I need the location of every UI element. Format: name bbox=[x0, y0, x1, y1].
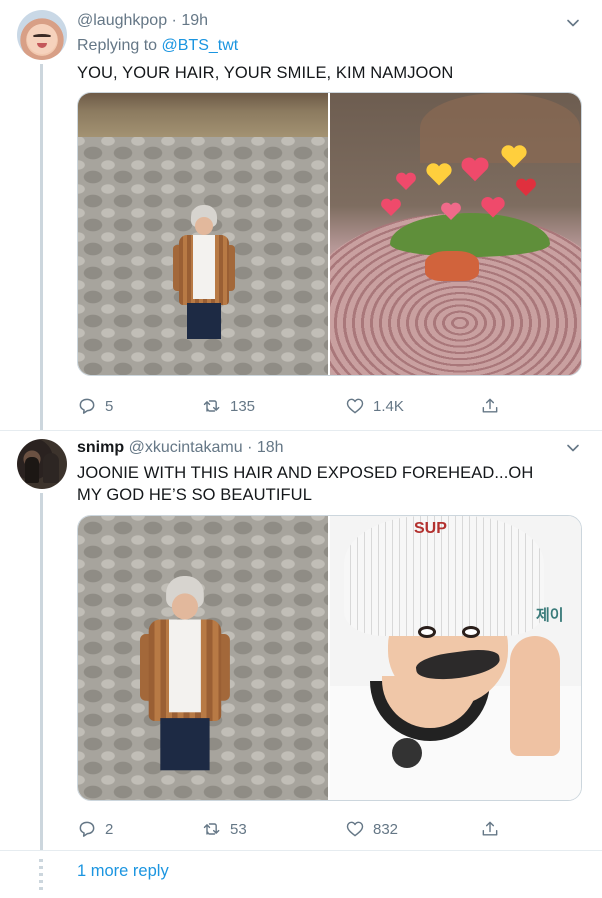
tweet-text-line: JOONIE WITH THIS HAIR AND EXPOSED FOREHE… bbox=[77, 464, 534, 482]
tweet-text-line: YOU, YOUR HAIR, YOUR SMILE, KIM NAMJOON bbox=[77, 64, 454, 82]
chevron-down-icon[interactable] bbox=[566, 441, 580, 455]
like-icon bbox=[346, 398, 364, 414]
retweet-count: 135 bbox=[230, 397, 256, 415]
reply-count: 5 bbox=[105, 397, 114, 415]
like-icon bbox=[346, 821, 364, 837]
retweet-icon bbox=[203, 400, 220, 412]
like-button[interactable]: 832 bbox=[345, 817, 398, 841]
tweet-actions: 2 53 832 bbox=[77, 817, 507, 841]
retweet-button[interactable]: 53 bbox=[202, 817, 247, 841]
avatar[interactable] bbox=[17, 439, 67, 489]
hat-logo-text: SUP bbox=[414, 520, 447, 537]
display-name[interactable]: snimp bbox=[77, 439, 124, 456]
chevron-down-icon[interactable] bbox=[566, 16, 580, 30]
tweet-header: snimp @xkucintakamu · 18h bbox=[77, 439, 284, 457]
photo-namjoon-stone-wall[interactable] bbox=[78, 516, 328, 800]
mention-link[interactable]: @BTS_twt bbox=[162, 37, 239, 54]
tweet-laughkpop[interactable]: @laughkpop · 19h Replying to @BTS_twt YO… bbox=[0, 0, 602, 430]
separator-dot: · bbox=[242, 439, 257, 456]
thread-line bbox=[40, 493, 43, 851]
reply-button[interactable]: 5 bbox=[77, 394, 113, 418]
tweet-snimp[interactable]: snimp @xkucintakamu · 18h JOONIE WITH TH… bbox=[0, 430, 602, 851]
thread-dots bbox=[39, 859, 43, 891]
photo-crab-hearts[interactable] bbox=[328, 93, 581, 375]
timestamp[interactable]: 19h bbox=[181, 12, 208, 29]
photo-jhope-bucket-hat[interactable]: SUP 제이 bbox=[328, 516, 581, 800]
reply-icon bbox=[79, 821, 95, 837]
tweet-header: @laughkpop · 19h bbox=[77, 12, 208, 30]
timestamp[interactable]: 18h bbox=[257, 439, 284, 456]
reply-button[interactable]: 2 bbox=[77, 817, 113, 841]
share-button[interactable] bbox=[480, 817, 500, 841]
avatar[interactable] bbox=[17, 10, 67, 60]
like-count: 832 bbox=[373, 820, 399, 838]
tweet-text-line: MY GOD HE’S SO BEAUTIFUL bbox=[77, 486, 312, 504]
caption-sign: 제이 bbox=[536, 607, 564, 624]
share-icon bbox=[482, 821, 498, 836]
tweet-media[interactable] bbox=[77, 92, 582, 376]
reply-count: 2 bbox=[105, 820, 114, 838]
separator-dot: · bbox=[167, 12, 182, 29]
like-button[interactable]: 1.4K bbox=[345, 394, 404, 418]
retweet-button[interactable]: 135 bbox=[202, 394, 255, 418]
retweet-icon bbox=[203, 823, 220, 835]
tweet-text: YOU, YOUR HAIR, YOUR SMILE, KIM NAMJOON bbox=[77, 62, 453, 84]
user-handle[interactable]: @xkucintakamu bbox=[129, 439, 243, 456]
retweet-count: 53 bbox=[230, 820, 247, 838]
like-count: 1.4K bbox=[373, 397, 404, 415]
tweet-text: JOONIE WITH THIS HAIR AND EXPOSED FOREHE… bbox=[77, 462, 533, 506]
user-handle[interactable]: @laughkpop bbox=[77, 12, 167, 29]
reply-icon bbox=[79, 398, 95, 414]
tweet-actions: 5 135 1.4K bbox=[77, 394, 507, 418]
replying-to-label: Replying to bbox=[77, 37, 162, 54]
more-replies-link[interactable]: 1 more reply bbox=[77, 862, 169, 881]
thread-line bbox=[40, 64, 43, 430]
replying-to: Replying to @BTS_twt bbox=[77, 37, 238, 55]
more-replies-row[interactable]: 1 more reply bbox=[0, 850, 602, 898]
share-icon bbox=[482, 398, 498, 413]
tweet-media[interactable]: SUP 제이 bbox=[77, 515, 582, 801]
share-button[interactable] bbox=[480, 394, 500, 418]
photo-namjoon-stone-wall[interactable] bbox=[78, 93, 328, 375]
